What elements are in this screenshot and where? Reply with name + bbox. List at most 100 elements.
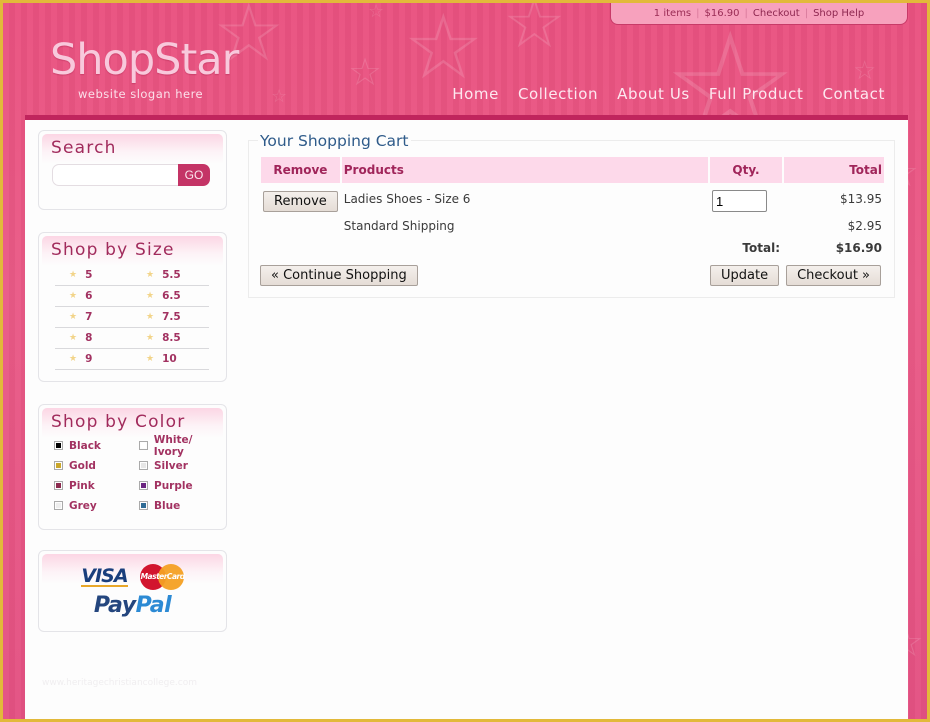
size-row: ★ 6 ★ 6.5 xyxy=(55,286,209,307)
watermark-text: www.heritagechristiancollege.com xyxy=(42,678,197,688)
cart-item-row: Remove Ladies Shoes - Size 6 $13.95 xyxy=(261,183,884,215)
cart-header-row: Remove Products Qty. Total xyxy=(261,157,884,183)
col-products: Products xyxy=(341,157,708,183)
shipping-row: Standard Shipping $2.95 xyxy=(261,215,884,237)
size-label: 8 xyxy=(85,332,93,344)
site-logo[interactable]: ShopStar xyxy=(50,35,239,85)
search-input[interactable] xyxy=(52,164,178,186)
continue-shopping-button[interactable]: « Continue Shopping xyxy=(260,265,418,286)
col-remove: Remove xyxy=(261,157,340,183)
mini-cart-bar: 1 items | $16.90 | Checkout | Shop Help xyxy=(610,3,908,25)
color-label: Blue xyxy=(154,499,181,512)
checkout-button[interactable]: Checkout » xyxy=(786,265,881,286)
size-row: ★ 5 ★ 5.5 xyxy=(55,265,209,286)
col-total: Total xyxy=(784,157,884,183)
color-swatch-icon xyxy=(139,481,148,490)
size-label: 5.5 xyxy=(162,269,181,281)
nav-collection[interactable]: Collection xyxy=(518,85,598,103)
color-link[interactable]: Black xyxy=(54,438,139,453)
color-link[interactable]: White/ Ivory xyxy=(139,434,224,458)
color-title: Shop by Color xyxy=(51,412,186,432)
size-link[interactable]: ★ 9 xyxy=(55,353,132,365)
shop-help-link[interactable]: Shop Help xyxy=(813,8,864,19)
search-title: Search xyxy=(51,138,117,158)
visa-logo-icon: VISA xyxy=(81,565,129,587)
size-link[interactable]: ★ 7 xyxy=(55,311,132,323)
size-link[interactable]: ★ 8 xyxy=(55,332,132,344)
cart-items-count: 1 items xyxy=(653,8,692,19)
star-decoration-icon: ☆ xyxy=(853,56,877,86)
star-bullet-icon: ★ xyxy=(69,291,78,301)
grand-total-value: $16.90 xyxy=(835,241,882,255)
separator: | xyxy=(696,8,700,19)
update-button[interactable]: Update xyxy=(710,265,780,286)
separator: | xyxy=(744,8,748,19)
paypal-logo-icon: PayPal xyxy=(93,593,172,618)
color-link[interactable]: Pink xyxy=(54,478,139,493)
col-qty: Qty. xyxy=(710,157,782,183)
size-link[interactable]: ★ 5 xyxy=(55,269,132,281)
search-box: Search GO xyxy=(38,130,227,210)
color-label: Black xyxy=(69,439,101,452)
cart-table: Remove Products Qty. Total Remove Ladies… xyxy=(259,157,886,259)
star-bullet-icon: ★ xyxy=(146,333,155,343)
color-swatch-icon xyxy=(54,501,63,510)
color-label: Pink xyxy=(69,479,95,492)
size-label: 7 xyxy=(85,311,93,323)
size-label: 8.5 xyxy=(162,332,181,344)
shipping-total: $2.95 xyxy=(847,219,882,233)
star-decoration-icon: ☆ xyxy=(348,50,383,94)
mastercard-logo-icon: MasterCard xyxy=(139,564,186,590)
color-label: White/ Ivory xyxy=(153,433,193,458)
nav-home[interactable]: Home xyxy=(452,85,499,103)
shop-by-size-box: Shop by Size ★ 5 ★ 5.5 ★ 6 ★ 6.5 ★ 7 ★ 7.5 xyxy=(38,232,227,382)
size-link[interactable]: ★ 7.5 xyxy=(132,311,209,323)
remove-item-button[interactable]: Remove xyxy=(263,190,338,212)
color-link[interactable]: Purple xyxy=(139,478,224,493)
nav-full-product[interactable]: Full Product xyxy=(709,85,804,103)
payment-methods-box: VISA MasterCard PayPal xyxy=(38,550,227,632)
size-link[interactable]: ★ 8.5 xyxy=(132,332,209,344)
color-swatch-icon xyxy=(139,441,148,450)
star-bullet-icon: ★ xyxy=(146,291,155,301)
size-link[interactable]: ★ 6 xyxy=(55,290,132,302)
main-nav: Home Collection About Us Full Product Co… xyxy=(452,85,885,103)
color-swatch-icon xyxy=(54,461,63,470)
cart-total-amount: $16.90 xyxy=(704,8,740,19)
checkout-link[interactable]: Checkout xyxy=(753,8,800,19)
separator: | xyxy=(804,8,809,19)
color-swatch-icon xyxy=(54,481,63,490)
color-link[interactable]: Silver xyxy=(139,458,224,473)
color-swatch-icon xyxy=(139,501,148,510)
size-label: 7.5 xyxy=(162,311,181,323)
shipping-label: Standard Shipping xyxy=(343,219,455,233)
item-total: $13.95 xyxy=(840,192,882,206)
star-bullet-icon: ★ xyxy=(69,270,78,280)
color-link[interactable]: Blue xyxy=(139,498,224,513)
size-link[interactable]: ★ 6.5 xyxy=(132,290,209,302)
size-label: 6 xyxy=(85,290,93,302)
grand-total-row: Total: $16.90 xyxy=(261,237,884,259)
color-label: Silver xyxy=(154,459,188,472)
star-bullet-icon: ★ xyxy=(146,312,155,322)
size-link[interactable]: ★ 5.5 xyxy=(132,269,209,281)
size-label: 6.5 xyxy=(162,290,181,302)
nav-contact[interactable]: Contact xyxy=(822,85,885,103)
search-go-button[interactable]: GO xyxy=(178,164,210,186)
quantity-input[interactable] xyxy=(712,190,767,212)
grand-total-label: Total: xyxy=(742,241,780,255)
page-background: ☆ ☆ ☆ ☆ ☆ ☆ ☆ ☆ ☆ ☆ 1 items | $16.90 | C… xyxy=(3,3,927,719)
star-decoration-icon: ☆ xyxy=(503,3,566,64)
color-link[interactable]: Gold xyxy=(54,458,139,473)
site-slogan: website slogan here xyxy=(78,87,204,101)
color-link[interactable]: Grey xyxy=(54,498,139,513)
size-label: 9 xyxy=(85,353,93,365)
nav-about-us[interactable]: About Us xyxy=(617,85,690,103)
star-bullet-icon: ★ xyxy=(146,354,155,364)
size-link[interactable]: ★ 10 xyxy=(132,353,209,365)
mastercard-text: MasterCard xyxy=(140,572,186,581)
cart-title: Your Shopping Cart xyxy=(258,132,411,150)
size-row: ★ 8 ★ 8.5 xyxy=(55,328,209,349)
star-bullet-icon: ★ xyxy=(146,270,155,280)
paypal-text-a: Pay xyxy=(93,593,136,618)
